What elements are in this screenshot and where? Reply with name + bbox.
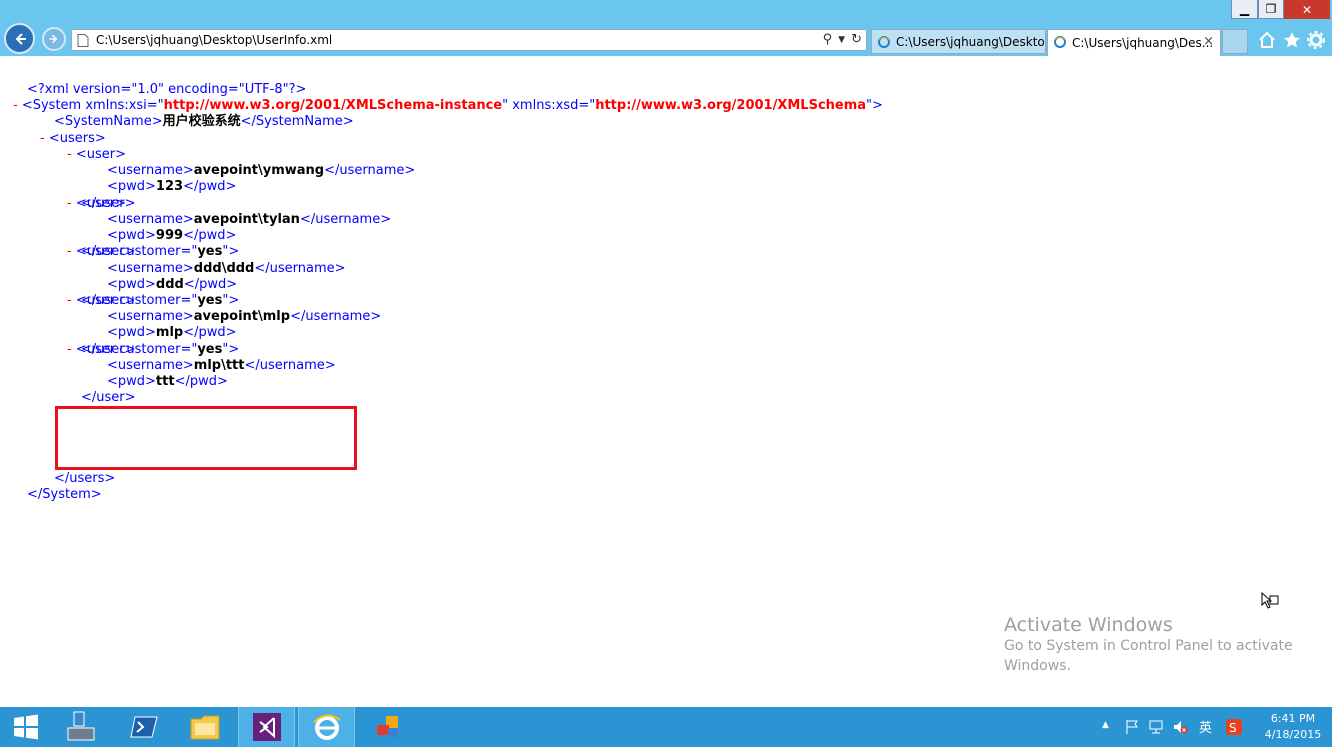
collapse-toggle[interactable]: - <box>67 244 72 259</box>
xml-pwd: <pwd>123</pwd> <box>107 179 237 195</box>
taskbar-server-manager[interactable] <box>55 707 107 747</box>
collapse-toggle[interactable]: - <box>67 196 72 211</box>
xml-pwd: <pwd>mlp</pwd> <box>107 325 237 341</box>
arrow-left-icon <box>15 32 26 45</box>
refresh-icon[interactable]: ↻ <box>851 32 862 47</box>
watermark-subtitle: Go to System in Control Panel to activat… <box>1004 638 1293 674</box>
xml-user-open: - <user> <box>67 195 126 211</box>
collapse-toggle[interactable]: - <box>67 293 72 308</box>
windows-logo-icon <box>14 714 38 740</box>
close-icon: ✕ <box>1301 2 1313 17</box>
minimize-button[interactable]: ▁ <box>1231 0 1258 19</box>
tab-xml-1[interactable]: C:\Users\jqhuang\Deskto... <box>871 29 1046 54</box>
xml-users-close: </users> <box>54 471 116 486</box>
browser-chrome: ▁ ❐ ✕ C:\Users\jqhuang\Desktop\UserInfo.… <box>0 0 1332 56</box>
gear-icon[interactable] <box>1306 30 1326 50</box>
xml-systemname: <SystemName>用户校验系统</SystemName> <box>54 114 354 129</box>
taskbar-explorer[interactable] <box>179 707 231 747</box>
svg-text:S: S <box>1229 721 1237 735</box>
close-window-button[interactable]: ✕ <box>1284 0 1330 19</box>
clock-date: 4/18/2015 <box>1264 728 1322 741</box>
search-icon[interactable]: ⚲ <box>823 32 833 47</box>
close-tab-icon[interactable]: × <box>1203 34 1214 49</box>
xml-user-open: - <user> <box>67 147 126 162</box>
ie-icon <box>312 714 341 740</box>
activation-watermark: Activate Windows Go to System in Control… <box>1004 614 1294 676</box>
svg-text:英: 英 <box>1199 721 1212 735</box>
restore-button[interactable]: ❐ <box>1258 0 1284 19</box>
xml-viewer: <?xml version="1.0" encoding="UTF-8"?> -… <box>0 56 1332 707</box>
powershell-icon <box>130 716 158 738</box>
collapse-toggle[interactable]: - <box>40 131 45 146</box>
xml-user-open: - <user customer="yes"> <box>67 292 240 308</box>
tab-label: C:\Users\jqhuang\Des... <box>1072 36 1214 50</box>
xml-user-open: - <user customer="yes"> <box>67 244 240 260</box>
ie-icon <box>877 36 891 48</box>
watermark-title: Activate Windows <box>1004 614 1173 636</box>
forward-button[interactable] <box>42 27 66 51</box>
sogou-icon[interactable]: S <box>1226 719 1242 735</box>
cursor-icon <box>1261 592 1279 609</box>
arrow-right-icon <box>49 34 58 44</box>
taskbar-visual-studio[interactable] <box>238 707 295 747</box>
address-bar[interactable]: C:\Users\jqhuang\Desktop\UserInfo.xml ⚲ … <box>71 29 867 51</box>
flag-icon[interactable] <box>1124 719 1140 735</box>
restore-icon: ❐ <box>1265 2 1277 16</box>
system-clock[interactable]: 6:41 PM 4/18/2015 <box>1258 711 1328 743</box>
xml-username: <username>avepoint\ymwang</username> <box>107 163 416 179</box>
taskbar: ▲ 英 S 6:41 PM 4/18/2015 <box>0 707 1332 747</box>
server-manager-icon <box>67 711 95 741</box>
back-button[interactable] <box>4 23 35 54</box>
folder-icon <box>190 715 220 740</box>
new-tab-button[interactable] <box>1222 29 1248 54</box>
xml-users-open: - <users> <box>40 131 106 146</box>
taskbar-internet-explorer[interactable] <box>298 707 355 747</box>
tab-label: C:\Users\jqhuang\Deskto... <box>896 34 1046 49</box>
tray-expand-icon[interactable]: ▲ <box>1102 720 1109 730</box>
xml-declaration: <?xml version="1.0" encoding="UTF-8"?> <box>27 82 307 97</box>
home-icon[interactable] <box>1257 30 1277 50</box>
visual-studio-icon <box>252 713 281 741</box>
ie-icon <box>1053 36 1067 48</box>
xml-username: <username>avepoint\mlp</username> <box>107 309 382 325</box>
taskbar-powershell[interactable] <box>118 707 170 747</box>
xml-user-open: - <user customer="yes"> <box>67 341 240 357</box>
network-icon[interactable] <box>1148 719 1164 735</box>
highlight-box <box>55 406 357 470</box>
xml-pwd: <pwd>ddd</pwd> <box>107 276 238 292</box>
taskbar-app[interactable] <box>362 707 414 747</box>
speaker-muted-icon[interactable] <box>1172 719 1188 735</box>
xml-root-close: </System> <box>27 487 102 502</box>
ime-icon[interactable]: 英 <box>1198 719 1214 735</box>
xml-username: <username>mlp\ttt</username> <box>107 357 336 373</box>
collapse-toggle[interactable]: - <box>67 342 72 357</box>
app-icon <box>377 716 398 737</box>
xml-username: <username>ddd\ddd</username> <box>107 260 346 276</box>
tab-xml-2[interactable]: C:\Users\jqhuang\Des... × <box>1047 29 1221 56</box>
collapse-toggle[interactable]: - <box>13 98 18 113</box>
address-text[interactable]: C:\Users\jqhuang\Desktop\UserInfo.xml <box>96 33 332 47</box>
xml-username: <username>avepoint\tylan</username> <box>107 211 392 227</box>
page-icon <box>77 34 89 47</box>
star-icon[interactable] <box>1282 30 1302 50</box>
xml-pwd: <pwd>999</pwd> <box>107 228 237 244</box>
collapse-toggle[interactable]: - <box>67 147 72 162</box>
clock-time: 6:41 PM <box>1270 712 1316 725</box>
minimize-icon: ▁ <box>1239 2 1250 16</box>
start-button[interactable] <box>0 707 52 747</box>
xml-user-close: </user> <box>81 390 136 406</box>
xml-pwd: <pwd>ttt</pwd> <box>107 374 228 390</box>
chevron-down-icon[interactable]: ▼ <box>838 32 845 47</box>
xml-root-open: - <System xmlns:xsi="http://www.w3.org/2… <box>13 98 883 113</box>
